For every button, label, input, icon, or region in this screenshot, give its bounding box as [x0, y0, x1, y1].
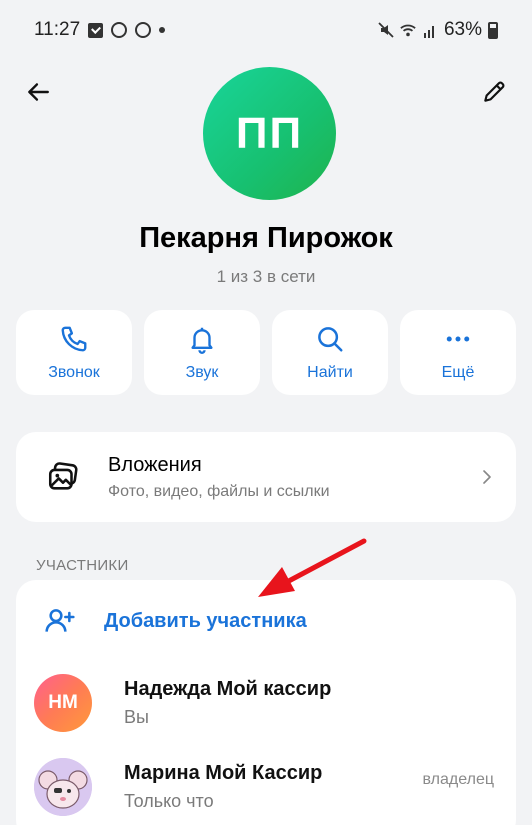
signal-icon — [423, 26, 434, 38]
members-card: Добавить участника НМ Надежда Мой кассир… — [16, 580, 516, 825]
more-button-label: Ещё — [441, 363, 475, 381]
search-button[interactable]: Найти — [272, 310, 388, 395]
group-avatar[interactable]: ПП — [203, 67, 336, 200]
call-button-label: Звонок — [48, 363, 100, 381]
avatar-initials: НМ — [48, 692, 78, 713]
bell-icon — [191, 327, 213, 354]
dot-icon — [159, 27, 166, 33]
checkbox-icon — [88, 22, 104, 38]
edit-button[interactable] — [474, 72, 514, 112]
member-status: Только что — [124, 791, 214, 811]
phone-icon — [61, 326, 87, 351]
add-member-button[interactable]: Добавить участника — [16, 592, 516, 650]
pencil-icon — [484, 81, 505, 102]
add-member-label: Добавить участника — [104, 609, 307, 632]
member-name: Надежда Мой кассир — [124, 678, 332, 700]
group-avatar-initials: ПП — [235, 108, 304, 158]
sound-button[interactable]: Звук — [144, 310, 260, 395]
attachments-row[interactable]: Вложения Фото, видео, файлы и ссылки — [16, 432, 516, 522]
add-user-icon — [45, 609, 75, 632]
member-role-badge: владелец — [422, 771, 494, 788]
member-row[interactable]: НМ Надежда Мой кассир Вы — [16, 660, 516, 746]
search-icon — [318, 326, 343, 351]
battery-percent: 63% — [443, 19, 482, 40]
avatar — [34, 758, 92, 816]
online-status: 1 из 3 в сети — [216, 267, 316, 286]
chevron-right-icon — [483, 470, 491, 484]
attachments-subtitle: Фото, видео, файлы и ссылки — [108, 482, 330, 500]
more-icon — [446, 336, 470, 341]
gallery-icon — [48, 462, 78, 490]
mouse-avatar-icon — [34, 758, 92, 816]
back-button[interactable] — [18, 72, 58, 112]
chat-icon — [111, 22, 128, 38]
battery-icon — [488, 21, 498, 39]
member-name: Марина Мой Кассир — [124, 762, 323, 784]
member-row[interactable]: Марина Мой Кассир Только что владелец — [16, 744, 516, 825]
call-button[interactable]: Звонок — [16, 310, 132, 395]
arrow-left-icon — [28, 83, 49, 101]
more-button[interactable]: Ещё — [400, 310, 516, 395]
attachments-title: Вложения — [108, 453, 202, 476]
group-title: Пекарня Пирожок — [139, 222, 393, 254]
avatar: НМ — [34, 674, 92, 732]
member-status: Вы — [124, 707, 149, 727]
action-buttons: Звонок Звук Найти Ещё — [16, 310, 516, 395]
status-bar: 11:27 63% — [0, 0, 532, 60]
mute-icon — [378, 22, 394, 38]
sound-button-label: Звук — [185, 363, 219, 381]
members-section-label: УЧАСТНИКИ — [36, 557, 129, 574]
sync-icon — [135, 22, 152, 38]
wifi-icon — [400, 24, 416, 37]
status-time: 11:27 — [34, 19, 81, 40]
search-button-label: Найти — [307, 363, 353, 381]
